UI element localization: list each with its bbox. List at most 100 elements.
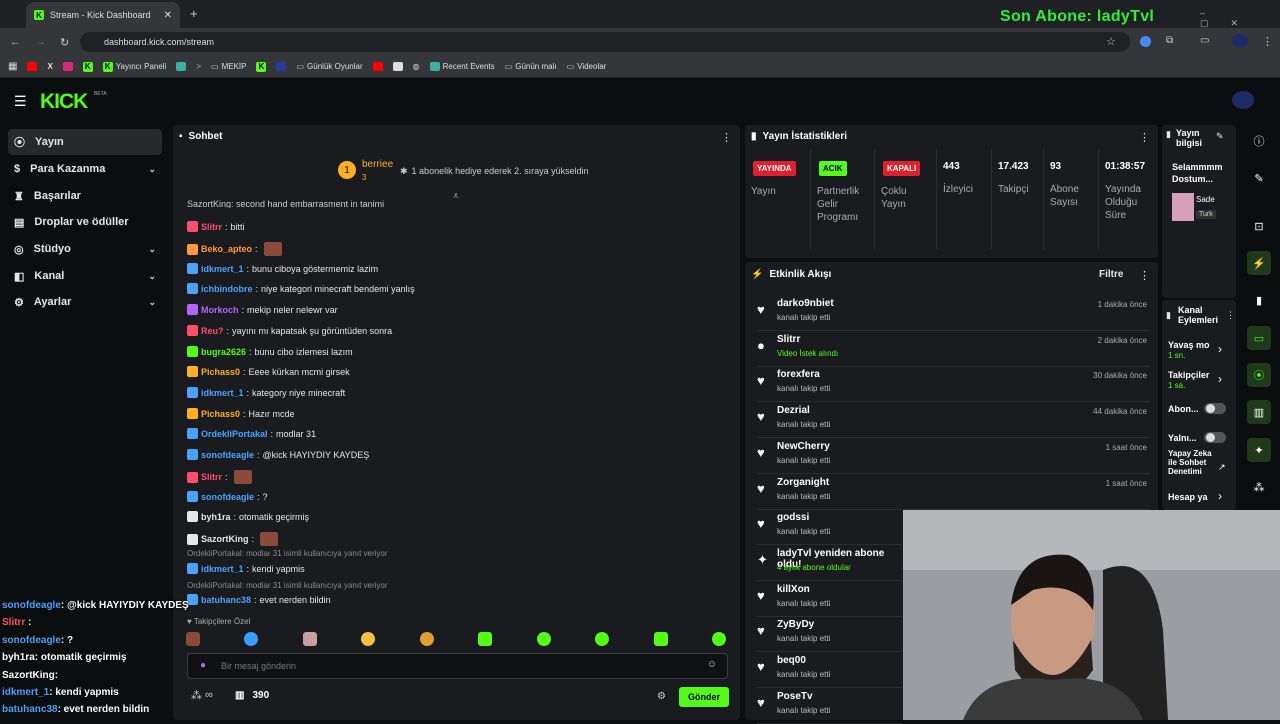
chat-username[interactable]: sonofdeagle xyxy=(201,492,254,502)
emote-icon[interactable] xyxy=(419,632,434,646)
hamburger-menu-icon[interactable]: ☰ xyxy=(14,93,27,110)
edit-icon[interactable]: ✎ xyxy=(1216,131,1224,142)
crop-rail-icon[interactable]: ⊡ xyxy=(1247,214,1271,238)
chat-username[interactable]: ichbindobre xyxy=(201,284,253,294)
feed-item[interactable]: ♥ beq00 kanalı takip etti xyxy=(757,655,902,688)
emoji-icon[interactable]: ☺ xyxy=(707,659,717,670)
close-tab-icon[interactable]: ✕ xyxy=(164,10,172,21)
feed-item[interactable]: ♥ forexfera kanalı takip etti 30 dakika önc… xyxy=(757,369,1149,403)
kick-logo[interactable]: KICK xyxy=(40,90,88,114)
chat-username[interactable]: Slitrr xyxy=(201,472,222,482)
emote-only-toggle[interactable] xyxy=(1204,432,1226,443)
sidebar-item-droplar[interactable]: ▤ Droplar ve ödüller xyxy=(8,209,162,235)
chat-username[interactable]: idkmert_1 xyxy=(201,264,244,274)
chat-username[interactable]: sonofdeagle xyxy=(201,450,254,460)
forward-icon[interactable]: → xyxy=(35,36,46,48)
window-controls[interactable]: –▢✕ xyxy=(1200,8,1280,29)
chat-menu-icon[interactable]: ⋮ xyxy=(721,131,732,144)
browser-tab[interactable]: K Stream - Kick Dashboard ✕ xyxy=(26,2,180,28)
feed-item[interactable]: ♥ ZyByDy kanalı takip etti xyxy=(757,619,902,653)
kick-emote-icon[interactable] xyxy=(653,632,668,646)
chat-username[interactable]: idkmert_1 xyxy=(201,564,244,574)
chevron-right-icon[interactable]: › xyxy=(1218,342,1222,356)
kick-bookmark-icon[interactable]: K xyxy=(256,61,267,72)
x-icon[interactable]: X xyxy=(47,62,52,71)
youtube-icon[interactable] xyxy=(372,62,383,71)
feed-item[interactable]: ♥ darko9nbiet kanalı takip etti 1 dakika ön… xyxy=(757,298,1149,331)
terminal-icon[interactable]: > xyxy=(196,62,201,71)
sidebar-item-basarilar[interactable]: ♜ Başarılar xyxy=(8,183,162,209)
bookmark-gunun-mali[interactable]: ▭ Günün malı xyxy=(505,62,557,71)
app-bookmark-icon[interactable] xyxy=(176,62,187,71)
kick-emote-icon[interactable] xyxy=(711,632,726,646)
scroll-to-pinned-icon[interactable]: ⩡ xyxy=(453,191,459,202)
image-icon[interactable] xyxy=(392,62,403,71)
chat-username[interactable]: byh1ra xyxy=(201,512,231,522)
lightning-rail-icon[interactable]: ⚡ xyxy=(1247,251,1271,275)
broadcast-rail-icon[interactable]: ⦿ xyxy=(1247,363,1271,387)
puzzle-icon[interactable]: ⧉ xyxy=(1166,35,1173,46)
chat-username[interactable]: Slitrr xyxy=(201,222,222,232)
bookmark-videolar[interactable]: ▭ Videolar xyxy=(567,62,607,71)
apps-grid-icon[interactable]: ▦ xyxy=(8,61,17,72)
chat-rail-icon[interactable]: ▭ xyxy=(1247,326,1271,350)
wrench-rail-icon[interactable]: ✦ xyxy=(1247,438,1271,462)
bookmark-star-icon[interactable]: ☆ xyxy=(1106,35,1116,48)
bookmark-mekip[interactable]: ▭ MEKİP xyxy=(211,62,246,71)
sidebar-item-para-kazanma[interactable]: $ Para Kazanma ⌄ xyxy=(8,156,162,182)
chat-username[interactable]: Beko_apteo xyxy=(201,244,252,254)
sunglasses-emote-icon[interactable] xyxy=(361,632,376,646)
url-field[interactable]: dashboard.kick.com/stream xyxy=(80,32,1130,52)
chat-username[interactable]: Reu? xyxy=(201,326,224,336)
filter-button[interactable]: Filtre xyxy=(1099,269,1123,280)
new-tab-icon[interactable]: + xyxy=(190,6,198,21)
back-icon[interactable]: ← xyxy=(10,36,21,48)
kick-emote-icon[interactable] xyxy=(536,632,551,646)
kick-emote-icon[interactable] xyxy=(595,632,610,646)
kick-bookmark-icon[interactable]: K xyxy=(82,61,93,72)
chat-input[interactable]: ● Bir mesaj gönderin ☺ xyxy=(187,653,728,679)
chat-username[interactable]: Pichass0 xyxy=(201,367,240,377)
chevron-right-icon[interactable]: › xyxy=(1218,372,1222,386)
flag-icon[interactable] xyxy=(276,62,287,71)
reload-icon[interactable]: ↻ xyxy=(60,36,69,49)
users-rail-icon[interactable]: ⁂ xyxy=(1247,475,1271,499)
bookmark-gunluk-oyunlar[interactable]: ▭ Günlük Oyunlar xyxy=(296,62,362,71)
chat-username[interactable]: Morkoch xyxy=(201,305,239,315)
stats-rail-icon[interactable]: ▮ xyxy=(1247,288,1271,312)
sidebar-item-ayarlar[interactable]: ⚙ Ayarlar ⌄ xyxy=(8,289,162,315)
feed-item[interactable]: ♥ godssi kanalı takip etti xyxy=(757,512,902,546)
chat-username[interactable]: bugra2626 xyxy=(201,347,246,357)
actions-menu-icon[interactable]: ⋮ xyxy=(1226,310,1235,321)
feed-item[interactable]: ♥ Zorganight kanalı takip etti 1 saat önce xyxy=(757,477,1149,510)
feed-item[interactable]: ♥ NewCherry kanalı takip etti 1 saat önce xyxy=(757,441,1149,474)
feed-item[interactable]: ✦ ladyTvl yeniden abone oldu! 4 aylık abon… xyxy=(757,548,902,581)
chat-settings-icon[interactable]: ⚙ xyxy=(657,691,666,702)
stats-menu-icon[interactable]: ⋮ xyxy=(1139,131,1150,144)
youtube-icon[interactable] xyxy=(27,62,38,71)
chat-username[interactable]: SazortKing xyxy=(201,534,249,544)
info-rail-icon[interactable]: ⓘ xyxy=(1247,129,1271,153)
extension-icon[interactable] xyxy=(1140,36,1151,47)
feed-item[interactable]: ♥ PoseTv kanalı takip etti xyxy=(757,691,902,724)
chevron-right-icon[interactable]: › xyxy=(1218,489,1222,503)
heart-emote-icon[interactable] xyxy=(244,632,259,646)
sidebar-item-studyo[interactable]: ◎ Stüdyo ⌄ xyxy=(8,236,162,262)
pencil-rail-icon[interactable]: ✎ xyxy=(1247,166,1271,190)
external-link-icon[interactable]: ↗ xyxy=(1218,462,1226,473)
sidepanel-icon[interactable]: ▭ xyxy=(1200,35,1209,46)
bookmark-yayinci-paneli[interactable]: K Yayıncı Paneli xyxy=(102,61,166,72)
chat-username[interactable]: Pichass0 xyxy=(201,409,240,419)
feed-menu-icon[interactable]: ⋮ xyxy=(1139,269,1150,282)
send-button[interactable]: Gönder xyxy=(679,687,729,707)
profile-avatar[interactable] xyxy=(1232,34,1248,48)
globe-icon[interactable]: ◍ xyxy=(413,62,420,71)
emote-icon[interactable] xyxy=(302,632,317,646)
store-rail-icon[interactable]: ▥ xyxy=(1247,400,1271,424)
sidebar-item-yayin[interactable]: ⦿ Yayın xyxy=(8,129,162,155)
feed-item[interactable]: ♥ Dezrial kanalı takip etti 44 dakika önce xyxy=(757,405,1149,439)
sidebar-item-kanal[interactable]: ◧ Kanal ⌄ xyxy=(8,263,162,289)
sub-mode-toggle[interactable] xyxy=(1204,403,1226,414)
chat-username[interactable]: OrdekliPortakal xyxy=(201,429,268,439)
bookmark-recent-events[interactable]: Recent Events xyxy=(429,62,495,71)
